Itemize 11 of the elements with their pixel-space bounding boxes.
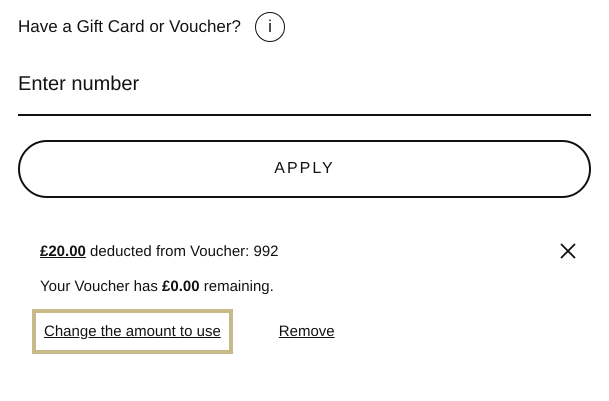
remaining-message: Your Voucher has £0.00 remaining. <box>40 278 275 295</box>
apply-button[interactable]: APPLY <box>18 140 591 198</box>
action-link[interactable]: Remove <box>266 309 347 354</box>
voucher-number-field[interactable]: Enter number <box>18 73 591 116</box>
amount-link[interactable]: £20.00 <box>40 242 86 260</box>
heading: Have a Gift Card or Voucher? <box>18 17 242 37</box>
action-link[interactable]: Change the amount to use <box>32 309 233 354</box>
close-icon <box>559 242 577 260</box>
deduction-message: £20.00 deducted from Voucher: 992 <box>40 242 279 260</box>
info-button[interactable]: i <box>255 12 286 42</box>
close-button[interactable] <box>559 242 577 260</box>
